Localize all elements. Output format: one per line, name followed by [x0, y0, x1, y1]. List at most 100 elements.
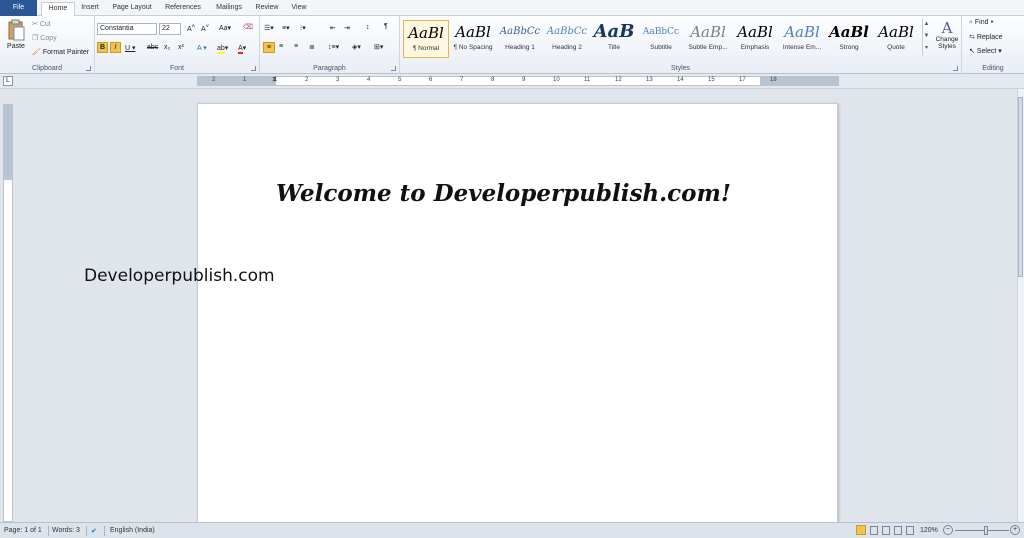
print-layout-view-icon[interactable]	[856, 525, 866, 535]
font-group: Constantia 22 A˄ A˅ Aa▾ ⌫ B I U ▾ abc x₂…	[95, 16, 260, 74]
show-formatting-button[interactable]: ¶	[384, 23, 388, 30]
horizontal-ruler[interactable]: 2 1 1 2 3 4 5 6 7 8 9 10 11 12 13 14 15 17 18 ⧗	[197, 76, 839, 86]
italic-button[interactable]: I	[110, 42, 121, 53]
bullets-button[interactable]: ☰▾	[264, 24, 274, 32]
scroll-up-icon: ▲	[923, 21, 930, 27]
copy-button[interactable]: ❐ Copy	[32, 34, 57, 42]
find-label: Find	[974, 19, 989, 26]
document-page[interactable]: Welcome to Developerpublish.com!	[197, 103, 838, 533]
line-spacing-button[interactable]: ↕≡▾	[328, 43, 339, 51]
borders-button[interactable]: ⊞▾	[374, 43, 383, 51]
status-bar: Page: 1 of 1 Words: 3 ✔ English (India) …	[0, 522, 1024, 538]
tab-selector-button[interactable]: L	[3, 76, 13, 86]
cut-button[interactable]: ✂ Cut	[32, 20, 51, 28]
vertical-ruler[interactable]	[3, 104, 13, 522]
align-right-button[interactable]: ≡	[294, 43, 298, 50]
shrink-font-button[interactable]: A˅	[201, 24, 209, 33]
font-launcher-icon[interactable]	[251, 66, 256, 71]
scissors-icon: ✂	[32, 21, 38, 28]
full-screen-view-icon[interactable]	[870, 526, 878, 535]
tab-review[interactable]: Review	[253, 2, 281, 16]
change-styles-button[interactable]: A Change Styles	[933, 20, 961, 50]
clear-formatting-button[interactable]: ⌫	[243, 23, 253, 31]
underline-button[interactable]: U ▾	[125, 44, 136, 52]
style-strong[interactable]: AaBl Strong	[826, 20, 872, 58]
style-title[interactable]: AaB Title	[591, 20, 637, 58]
outline-view-icon[interactable]	[894, 526, 902, 535]
style-subtle-emphasis[interactable]: AaBl Subtle Emp...	[685, 20, 731, 58]
change-styles-icon: A	[941, 19, 953, 37]
replace-button[interactable]: ⇆ Replace	[969, 33, 1003, 41]
zoom-out-icon[interactable]: −	[943, 525, 953, 535]
decrease-indent-button[interactable]: ⇤	[330, 24, 336, 32]
tab-insert[interactable]: Insert	[78, 2, 102, 16]
style-emphasis[interactable]: AaBl Emphasis	[732, 20, 778, 58]
language-indicator[interactable]: English (India)	[110, 527, 155, 534]
style-quote[interactable]: AaBl Quote	[873, 20, 919, 58]
document-body-text[interactable]: Developerpublish.com	[84, 266, 275, 286]
style-heading-1[interactable]: AaBbCc Heading 1	[497, 20, 543, 58]
tab-mailings[interactable]: Mailings	[212, 2, 246, 16]
style-name: Emphasis	[740, 44, 770, 51]
tab-file[interactable]: File	[0, 0, 37, 16]
paste-icon	[8, 19, 25, 41]
align-left-button[interactable]: ≡	[263, 42, 275, 53]
scrollbar-thumb[interactable]	[1018, 97, 1023, 277]
bold-button[interactable]: B	[97, 42, 108, 53]
subscript-button[interactable]: x₂	[164, 44, 170, 51]
strikethrough-icon: abc	[147, 44, 159, 51]
styles-scroll-buttons[interactable]: ▲ ▼ ▾	[922, 18, 930, 56]
text-effects-icon: A ▾	[197, 45, 207, 52]
highlight-button[interactable]: ab▾	[217, 44, 228, 54]
word-count[interactable]: Words: 3	[52, 527, 80, 534]
text-effects-button[interactable]: A ▾	[197, 44, 207, 52]
cursor-icon: ↖	[969, 48, 975, 55]
zoom-slider-thumb[interactable]	[984, 526, 988, 535]
grow-font-button[interactable]: A˄	[187, 24, 195, 33]
style-no-spacing[interactable]: AaBl ¶ No Spacing	[450, 20, 496, 58]
document-heading[interactable]: Welcome to Developerpublish.com!	[276, 180, 731, 207]
align-center-button[interactable]: ≡	[279, 43, 283, 50]
strikethrough-button[interactable]: abc	[147, 44, 158, 51]
zoom-slider[interactable]	[955, 530, 1009, 531]
indent-marker-icon[interactable]: ⧗	[272, 76, 277, 84]
style-normal[interactable]: AaBl ¶ Normal	[403, 20, 449, 58]
font-color-button[interactable]: A▾	[238, 44, 246, 54]
tab-references[interactable]: References	[162, 2, 204, 16]
find-button[interactable]: ⌕ Find ▾	[969, 19, 993, 27]
line-spacing-icon: ↕≡▾	[328, 44, 340, 51]
clipboard-launcher-icon[interactable]	[86, 66, 91, 71]
style-subtitle[interactable]: AaBbCc Subtitle	[638, 20, 684, 58]
shading-button[interactable]: ◈▾	[352, 43, 361, 51]
format-painter-button[interactable]: 🖌 Format Painter	[32, 48, 89, 56]
sort-button[interactable]: ↕	[366, 24, 370, 31]
justify-button[interactable]: ≣	[309, 43, 315, 51]
bold-icon: B	[99, 44, 106, 51]
font-name-box[interactable]: Constantia	[97, 23, 157, 35]
style-intense-emphasis[interactable]: AaBl Intense Em...	[779, 20, 825, 58]
proofing-icon[interactable]: ✔	[91, 527, 97, 535]
styles-launcher-icon[interactable]	[953, 66, 958, 71]
font-size-box[interactable]: 22	[159, 23, 181, 35]
style-name: ¶ Normal	[412, 45, 440, 52]
web-layout-view-icon[interactable]	[882, 526, 890, 535]
multilevel-list-button[interactable]: ⁝▾	[300, 24, 306, 32]
paragraph-launcher-icon[interactable]	[391, 66, 396, 71]
paste-button[interactable]: Paste	[5, 19, 27, 55]
superscript-button[interactable]: x²	[178, 44, 184, 51]
increase-indent-button[interactable]: ⇥	[344, 24, 350, 32]
status-divider	[86, 526, 87, 536]
numbering-button[interactable]: ≡▾	[282, 24, 290, 32]
change-case-button[interactable]: Aa▾	[219, 24, 231, 32]
style-preview: AaBbCc	[499, 26, 541, 37]
draft-view-icon[interactable]	[906, 526, 914, 535]
page-count[interactable]: Page: 1 of 1	[4, 527, 42, 534]
tab-view[interactable]: View	[287, 2, 311, 16]
tab-page-layout[interactable]: Page Layout	[108, 2, 156, 16]
tab-home[interactable]: Home	[41, 2, 75, 17]
ruler-number: 11	[584, 77, 591, 83]
style-heading-2[interactable]: AaBbCc Heading 2	[544, 20, 590, 58]
zoom-in-icon[interactable]: +	[1010, 525, 1020, 535]
zoom-level[interactable]: 120%	[920, 527, 938, 534]
select-button[interactable]: ↖ Select ▾	[969, 47, 1002, 55]
